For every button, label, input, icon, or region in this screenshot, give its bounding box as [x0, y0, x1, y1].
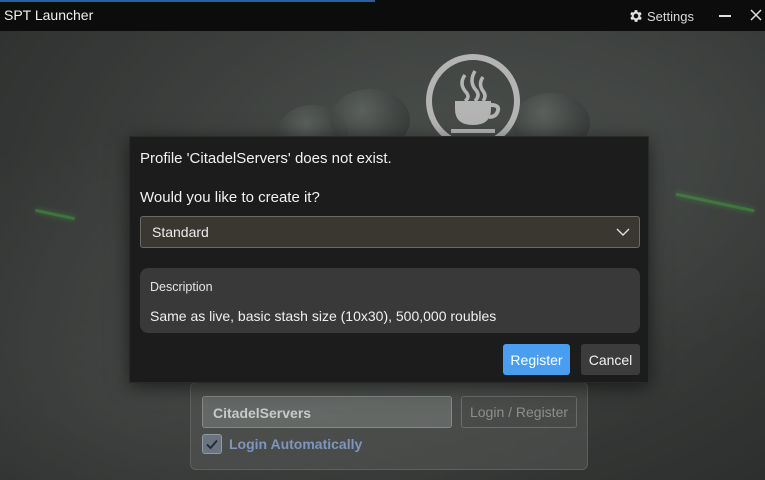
description-box: Description Same as live, basic stash si…	[140, 268, 640, 333]
auto-login-label[interactable]: Login Automatically	[229, 436, 362, 452]
username-input[interactable]: CitadelServers	[202, 396, 452, 428]
title-accent-line	[0, 0, 375, 2]
register-button[interactable]: Register	[503, 344, 570, 375]
chevron-down-icon	[616, 228, 630, 236]
edition-select-value: Standard	[152, 224, 209, 240]
edition-select[interactable]: Standard	[140, 216, 640, 248]
login-register-button[interactable]: Login / Register	[461, 396, 577, 428]
close-button[interactable]	[744, 4, 765, 26]
settings-button[interactable]: Settings	[628, 6, 694, 26]
profile-missing-message: Profile 'CitadelServers' does not exist.	[140, 150, 392, 167]
description-text: Same as live, basic stash size (10x30), …	[150, 308, 497, 324]
launcher-window: SPT Launcher Settings CitadelServers Log…	[0, 0, 765, 480]
login-panel: CitadelServers Login / Register Login Au…	[190, 382, 588, 470]
cancel-button[interactable]: Cancel	[581, 344, 640, 375]
create-profile-dialog: Profile 'CitadelServers' does not exist.…	[129, 136, 649, 383]
title-bar[interactable]: SPT Launcher Settings	[0, 0, 765, 31]
create-question: Would you like to create it?	[140, 189, 320, 206]
gear-icon	[630, 10, 642, 22]
close-icon	[750, 9, 762, 21]
app-title: SPT Launcher	[4, 7, 94, 23]
description-title: Description	[150, 280, 213, 294]
settings-label: Settings	[647, 8, 694, 24]
checkmark-icon	[206, 439, 218, 450]
auto-login-checkbox[interactable]	[202, 434, 222, 454]
minimize-button[interactable]	[713, 4, 737, 26]
